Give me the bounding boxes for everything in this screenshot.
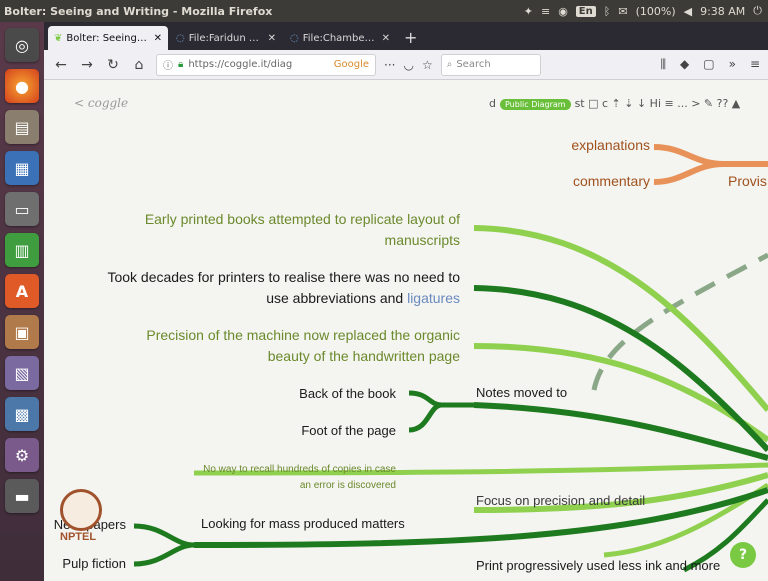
bookmark-star-icon[interactable]: ☆	[422, 58, 433, 72]
node-text-line: Took decades for printers to realise the…	[107, 269, 460, 285]
tab-strip: ❦ Bolter: Seeing and Writ ✕ ◌ File:Farid…	[44, 22, 768, 50]
impress-icon[interactable]: ▣	[5, 315, 39, 349]
software-center-icon[interactable]: A	[5, 274, 39, 308]
node-took-decades[interactable]: Took decades for printers to realise the…	[44, 267, 460, 309]
tab-chambers[interactable]: ◌ File:Chambers 1908 Typ ✕	[284, 26, 396, 50]
node-looking-mass[interactable]: Looking for mass produced matters	[201, 513, 405, 534]
node-text-line: No way to recall hundreds of copies in c…	[203, 464, 396, 475]
node-explanations[interactable]: explanations	[524, 135, 650, 156]
disk-icon[interactable]: ▬	[5, 479, 39, 513]
nptel-logo-icon	[60, 489, 102, 531]
branch-commentary	[653, 161, 725, 185]
url-bar[interactable]: ⓘ 🔒︎ https://coggle.it/diag Google	[156, 53, 376, 76]
node-back-of-book[interactable]: Back of the book	[244, 383, 396, 404]
search-placeholder: Search	[456, 59, 491, 70]
back-arrow-icon[interactable]: ←	[52, 57, 70, 73]
close-tab-icon[interactable]: ✕	[154, 33, 162, 44]
page-actions-icon[interactable]: ···	[384, 58, 395, 72]
node-pulp-fiction[interactable]: Pulp fiction	[44, 553, 126, 574]
coggle-page: < coggle d Public Diagram st □ c ⇡ ⇣ ↓ Hi …	[44, 80, 768, 581]
menu-icon[interactable]: ≡	[750, 57, 760, 72]
toolbar-icons: ⫼ ◆ ▢ » ≡	[660, 57, 760, 72]
search-icon: ⌕	[446, 59, 453, 70]
url-text: https://coggle.it/diag	[188, 59, 293, 70]
node-text-line: Precision of the machine now replaced th…	[146, 327, 460, 343]
new-tab-button[interactable]: +	[398, 28, 423, 50]
branch-pulp-fiction	[133, 542, 195, 567]
node-no-way[interactable]: No way to recall hundreds of copies in c…	[104, 462, 396, 494]
writer-icon[interactable]: ▦	[5, 151, 39, 185]
node-commentary[interactable]: commentary	[524, 171, 650, 192]
tab-faridun[interactable]: ◌ File:Faridun defeats Zal ✕	[170, 26, 282, 50]
bluetooth-icon[interactable]: ᛒ	[604, 5, 611, 18]
coggle-favicon-icon: ❦	[54, 32, 63, 44]
nptel-label: NPTEL	[60, 531, 97, 543]
tab-label: File:Chambers 1908 Typ	[302, 32, 378, 44]
lock-icon[interactable]: 🔒︎	[178, 59, 183, 70]
node-text-line: use abbreviations and ligatures	[44, 288, 460, 309]
node-focus[interactable]: Focus on precision and detail	[476, 490, 645, 511]
sidebar-icon[interactable]: ▢	[703, 57, 714, 72]
clock[interactable]: 9:38 AM	[700, 5, 745, 18]
node-text-part: use abbreviations and	[266, 290, 408, 306]
forward-arrow-icon[interactable]: →	[78, 57, 96, 73]
tab-label: Bolter: Seeing and Writ	[66, 32, 149, 44]
tab-label: File:Faridun defeats Zal	[188, 32, 264, 44]
wiki-favicon-icon: ◌	[290, 32, 299, 44]
help-button[interactable]: ?	[730, 542, 756, 568]
firefox-icon[interactable]: ●	[5, 69, 39, 103]
updates-icon[interactable]: ≡	[541, 5, 550, 18]
node-notes-moved[interactable]: Notes moved to	[476, 382, 567, 403]
os-top-bar: Bolter: Seeing and Writing - Mozilla Fir…	[0, 0, 768, 22]
node-text-line: Early printed books attempted to replica…	[144, 211, 460, 227]
dash-icon[interactable]: ◎	[5, 28, 39, 62]
node-text-line: an error is discovered	[299, 480, 396, 491]
node-print-less[interactable]: Print progressively used less ink and mo…	[476, 555, 720, 576]
node-text-line: beauty of the handwritten page	[267, 348, 460, 364]
node-precision-machine[interactable]: Precision of the machine now replaced th…	[64, 325, 460, 367]
launcher: ◎ ● ▤ ▦ ▭ ▥ A ▣ ▧ ▩ ⚙ ▬	[0, 22, 44, 581]
library-icon[interactable]: ⫼	[660, 57, 666, 72]
ligatures-link[interactable]: ligatures	[407, 290, 460, 306]
tab-bolter[interactable]: ❦ Bolter: Seeing and Writ ✕	[48, 26, 168, 50]
branch-newspapers	[133, 523, 195, 548]
pocket-icon[interactable]: ◡	[403, 58, 413, 72]
node-foot-of-page[interactable]: Foot of the page	[244, 420, 396, 441]
close-tab-icon[interactable]: ✕	[382, 33, 390, 44]
overflow-icon[interactable]: »	[729, 57, 736, 72]
close-tab-icon[interactable]: ✕	[268, 33, 276, 44]
extension-icon[interactable]: ◆	[680, 57, 689, 72]
wifi-icon[interactable]: ◉	[558, 5, 568, 18]
branch-foot-of-page	[408, 402, 443, 433]
calc-icon[interactable]: ▥	[5, 233, 39, 267]
search-input[interactable]: ⌕ Search	[440, 53, 541, 76]
node-provis[interactable]: Provis	[728, 171, 767, 192]
node-early-printed[interactable]: Early printed books attempted to replica…	[64, 209, 460, 251]
wiki-favicon-icon: ◌	[176, 32, 185, 44]
system-tray: ✦ ≡ ◉ En ᛒ ✉ (100%) ◀ 9:38 AM ⏻	[524, 4, 762, 18]
reload-icon[interactable]: ↻	[104, 57, 122, 73]
volume-icon[interactable]: ◀	[684, 5, 692, 18]
viewer-icon[interactable]: ▧	[5, 356, 39, 390]
drive-icon[interactable]: ▭	[5, 192, 39, 226]
mail-icon[interactable]: ✉	[618, 5, 627, 18]
battery-indicator[interactable]: (100%)	[636, 5, 676, 18]
branch-explanations	[653, 144, 768, 167]
settings-icon[interactable]: ⚙	[5, 438, 39, 472]
node-text-line: manuscripts	[384, 232, 460, 248]
home-icon[interactable]: ⌂	[130, 57, 148, 73]
branch-took-decades	[473, 285, 768, 453]
search-engine-label[interactable]: Google	[334, 59, 369, 70]
power-icon[interactable]: ⏻	[753, 4, 762, 18]
network-icon[interactable]: ✦	[524, 5, 533, 18]
nptel-watermark: NPTEL	[54, 489, 110, 543]
files-icon[interactable]: ▤	[5, 110, 39, 144]
archive-icon[interactable]: ▩	[5, 397, 39, 431]
nav-bar: ← → ↻ ⌂ ⓘ 🔒︎ https://coggle.it/diag Goog…	[44, 50, 768, 80]
window-title: Bolter: Seeing and Writing - Mozilla Fir…	[4, 4, 273, 18]
keyboard-language[interactable]: En	[575, 5, 596, 17]
info-icon[interactable]: ⓘ	[163, 57, 173, 72]
